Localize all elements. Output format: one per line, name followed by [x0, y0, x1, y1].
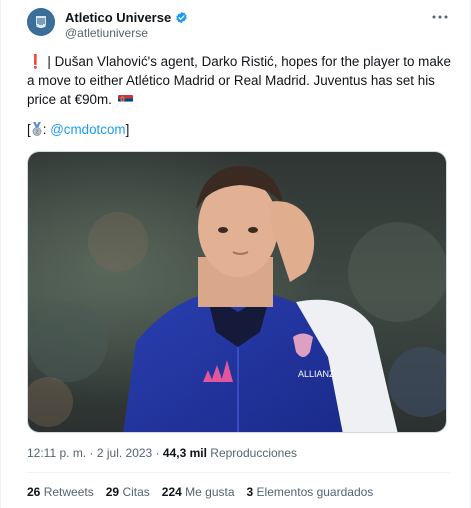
source-link[interactable]: @cmdotcom	[50, 122, 125, 137]
meta-separator-2: ·	[155, 446, 160, 460]
views-label: Reproducciones	[210, 446, 298, 460]
verified-badge-icon	[175, 11, 188, 24]
tweet-photo[interactable]: ALLIANZ	[27, 151, 447, 433]
divider	[27, 472, 450, 473]
stat-quotes[interactable]: 29 Citas	[106, 485, 150, 499]
avatar[interactable]	[27, 8, 55, 36]
author-handle[interactable]: @atletiuniverse	[65, 26, 148, 40]
tweet-body: | Dušan Vlahović's agent, Darko Ristić, …	[27, 54, 451, 107]
stat-label: Retweets	[43, 485, 94, 499]
svg-text:ALLIANZ: ALLIANZ	[298, 369, 335, 379]
stat-likes[interactable]: 224 Me gusta	[162, 485, 235, 499]
stat-bookmarks[interactable]: 3 Elementos guardados	[247, 485, 374, 499]
stat-count: 3	[246, 485, 254, 499]
views-count: 44,3 mil	[162, 446, 207, 460]
author-name[interactable]: Atletico Universe	[65, 10, 188, 25]
tweet-source: [2: @cmdotcom]	[27, 122, 129, 137]
stat-count: 29	[105, 485, 120, 499]
meta-separator: ·	[89, 446, 94, 460]
source-separator: :	[42, 122, 47, 137]
stat-count: 26	[27, 485, 41, 499]
exclamation-icon: ❗	[27, 54, 44, 69]
tweet-time[interactable]: 12:11 p. m.	[27, 446, 86, 460]
source-bracket-close: ]	[125, 122, 130, 137]
stat-label: Elementos guardados	[256, 485, 374, 499]
author-name-text[interactable]: Atletico Universe	[65, 10, 171, 25]
more-horizontal-icon[interactable]	[432, 8, 448, 22]
stat-label: Me gusta	[185, 485, 235, 499]
tweet-card: Atletico Universe @atletiuniverse ❗ | Du…	[0, 0, 471, 508]
stat-label: Citas	[122, 485, 150, 499]
tweet-meta: 12:11 p. m. · 2 jul. 2023 · 44,3 mil Rep…	[27, 446, 297, 460]
tweet-date[interactable]: 2 jul. 2023	[97, 446, 152, 460]
serbia-flag-icon	[117, 95, 133, 105]
tweet-text: ❗ | Dušan Vlahović's agent, Darko Ristić…	[27, 52, 452, 109]
silver-medal-icon: 2	[31, 122, 43, 136]
stat-count: 224	[161, 485, 182, 499]
stat-retweets[interactable]: 26 Retweets	[27, 485, 94, 499]
engagement-stats: 26 Retweets 29 Citas 224 Me gusta 3 Elem…	[27, 485, 373, 499]
svg-text:2: 2	[35, 130, 38, 136]
